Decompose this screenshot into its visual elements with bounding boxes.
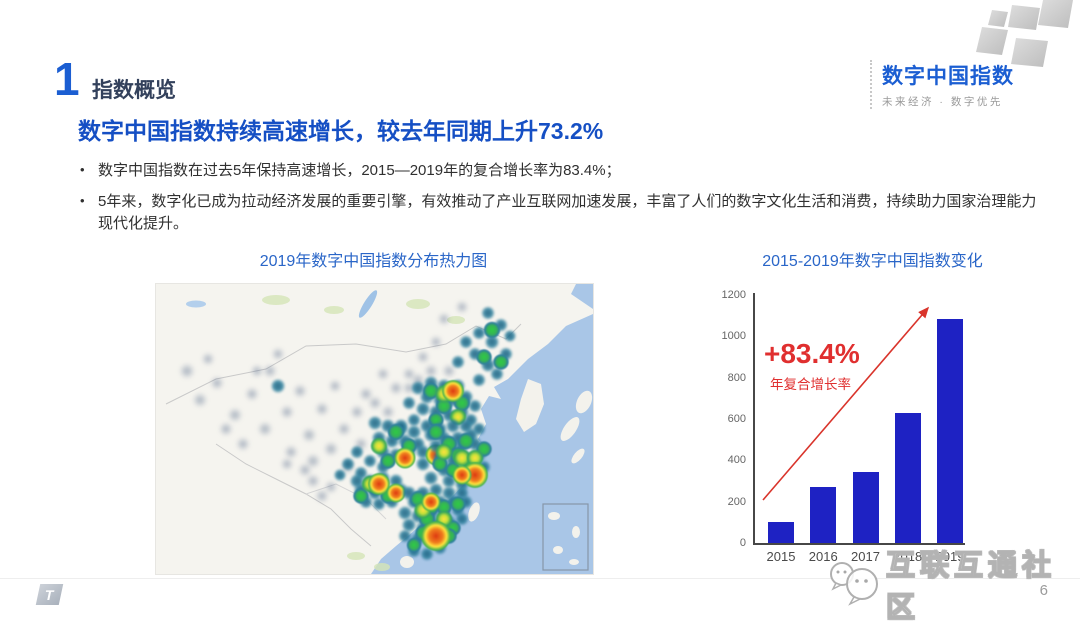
bullet-text: 数字中国指数在过去5年保持高速增长，2015—2019年的复合增长率为83.4%…	[98, 162, 621, 179]
china-heatmap	[155, 283, 594, 575]
watermark-text: 互联互通社区	[885, 549, 1057, 624]
heat-dot	[379, 452, 396, 469]
bullet-marker-icon: •	[80, 162, 85, 177]
brand-logo: 数字中国指数 未来经济 · 数字优先	[870, 60, 1054, 109]
heat-dot	[389, 381, 404, 396]
y-tick-label: 1200	[721, 289, 746, 301]
heat-dot	[271, 347, 285, 361]
bullet-text: 5年来，数字化已成为拉动经济发展的重要引擎，有效推动了产业互联网加速发展，丰富了…	[98, 192, 1037, 232]
cagr-annotation-label: 年复合增长率	[770, 377, 851, 392]
heat-dot	[236, 436, 251, 451]
tencent-logo: T	[35, 584, 64, 605]
cagr-annotation: +83.4%	[764, 338, 860, 369]
heat-dot	[449, 496, 466, 513]
heat-dot	[336, 422, 351, 436]
heat-dot	[472, 372, 487, 387]
heat-dot	[262, 364, 277, 378]
heat-dot	[218, 422, 233, 436]
bullet-item: • 5年来，数字化已成为拉动经济发展的重要引擎，有效推动了产业互联网加速发展，丰…	[80, 191, 1040, 235]
heat-dot	[192, 392, 208, 408]
heat-dot	[301, 427, 317, 443]
heat-dot	[475, 348, 492, 365]
heat-dot	[455, 300, 469, 314]
page-title: 数字中国指数持续高速增长，较去年同期上升73.2%	[78, 118, 604, 144]
heat-dot	[250, 364, 263, 378]
heat-dot	[402, 395, 417, 410]
heat-dot	[421, 492, 441, 511]
y-tick-label: 800	[727, 371, 746, 384]
heat-dot	[387, 423, 405, 441]
heat-dot	[452, 465, 472, 485]
x-tick-label: 2015	[766, 549, 796, 564]
y-tick-label: 0	[739, 537, 746, 549]
bar-chart: 0 200 400 600 800 1000 1200 2015 2016 2017 2018 20…	[700, 283, 1045, 578]
y-tick-label: 1000	[721, 330, 746, 343]
heat-dot	[210, 375, 225, 390]
bullet-item: • 数字中国指数在过去5年保持高速增长，2015—2019年的复合增长率为83.…	[80, 160, 1040, 182]
heat-dot	[306, 474, 321, 489]
heat-dot	[450, 355, 465, 370]
heat-dot	[481, 306, 496, 320]
heat-dot	[227, 407, 243, 422]
heat-dot	[324, 480, 338, 494]
heat-dot	[429, 335, 443, 349]
brand-tagline: 未来经济 · 数字优先	[882, 96, 1003, 108]
heat-dot	[328, 379, 342, 392]
heat-dot	[323, 441, 339, 457]
brand-name: 数字中国指数	[882, 65, 1014, 88]
bullet-list: • 数字中国指数在过去5年保持高速增长，2015—2019年的复合增长率为83.…	[80, 160, 1040, 243]
heat-dot	[442, 380, 465, 403]
heat-dot	[297, 462, 312, 477]
barchart-title: 2015-2019年数字中国指数变化	[762, 253, 983, 270]
heat-dot	[394, 447, 416, 469]
heat-dot	[270, 378, 286, 393]
heat-dot	[370, 437, 388, 455]
heat-dot	[280, 457, 294, 471]
watermark: 互联互通社区	[826, 542, 1080, 626]
heat-dot	[178, 363, 195, 379]
y-tick-label: 600	[727, 413, 746, 425]
heat-dot	[257, 421, 273, 437]
y-tick-label: 200	[727, 495, 746, 508]
heat-dot	[333, 468, 347, 482]
heat-dot	[483, 321, 501, 339]
heat-dot	[245, 387, 260, 402]
heat-dot	[201, 352, 215, 366]
heat-dot	[435, 443, 453, 461]
heat-dot	[380, 404, 395, 419]
section-label: 指数概览	[92, 79, 176, 102]
section-number: 1	[54, 53, 80, 105]
heat-dot	[437, 312, 451, 326]
bullet-marker-icon: •	[80, 192, 85, 208]
heat-dot	[293, 384, 308, 399]
heatmap-title: 2019年数字中国指数分布热力图	[259, 253, 488, 270]
heat-dot	[350, 404, 365, 419]
y-tick-label: 400	[727, 454, 746, 467]
heat-dot	[503, 329, 517, 343]
heat-dot	[416, 350, 430, 363]
heat-dot	[493, 354, 510, 371]
heat-dot	[420, 521, 451, 552]
chat-bubbles-icon	[830, 562, 878, 606]
map-inset	[542, 503, 589, 571]
heat-dot	[315, 401, 330, 416]
heat-dot	[459, 335, 474, 349]
heat-dot	[367, 395, 382, 410]
heat-dot	[376, 367, 390, 381]
heat-dot	[406, 537, 422, 553]
trend-line	[762, 306, 930, 501]
heat-dot	[341, 456, 356, 471]
heat-dot	[280, 404, 295, 419]
